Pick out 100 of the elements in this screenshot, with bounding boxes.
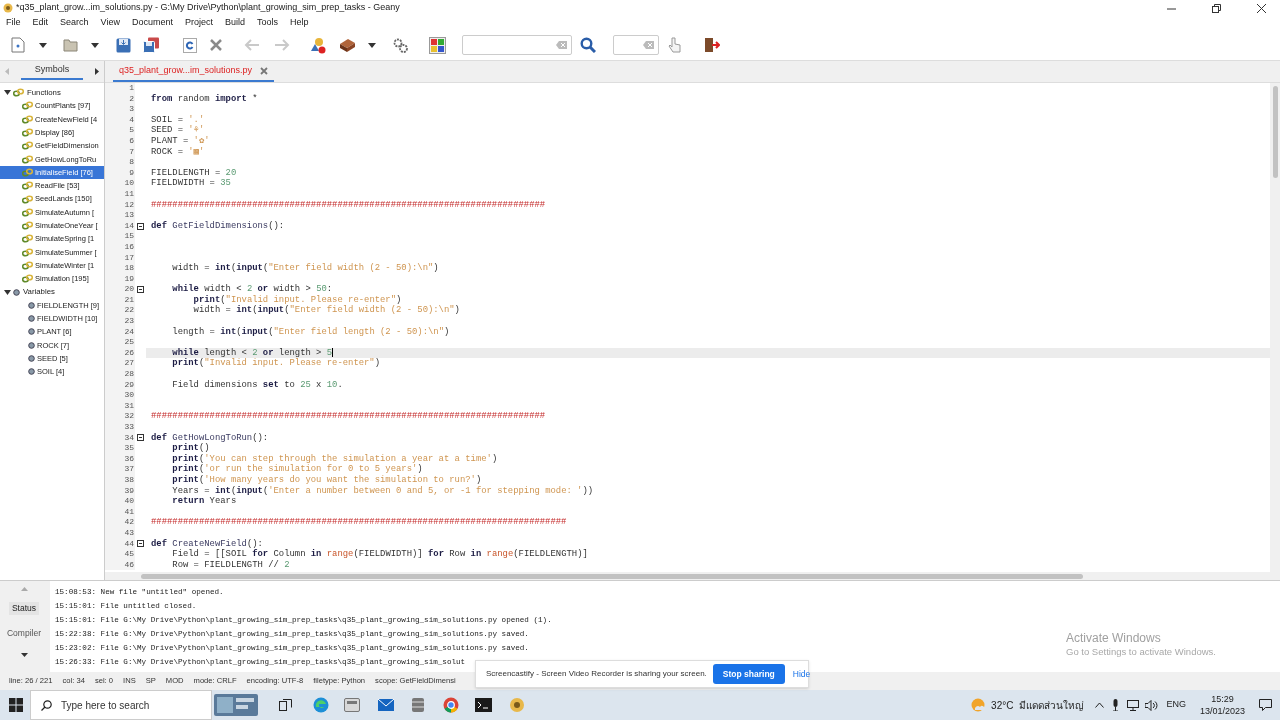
line-number: 46	[105, 559, 135, 571]
down-arrow-icon[interactable]	[20, 652, 28, 657]
clock[interactable]: 15:29 13/01/2023	[1199, 693, 1245, 717]
line-number: 8	[105, 157, 135, 168]
chain-link-icon	[22, 141, 33, 151]
code-line: print('or run the simulation for 0 to 5 years')	[171, 464, 423, 475]
chevron-up-icon[interactable]	[1095, 702, 1105, 708]
browser-icon[interactable]	[313, 697, 329, 713]
taskbar-search-field[interactable]: Type here to search	[30, 690, 212, 720]
code-line: FIELDLENGTH = 20	[151, 167, 237, 178]
dot-icon	[28, 368, 35, 376]
windows-logo-icon[interactable]	[9, 698, 23, 712]
chain-link-icon	[22, 154, 33, 164]
line-number-field[interactable]	[613, 35, 659, 55]
stop-sharing-button[interactable]: Stop sharing	[712, 664, 785, 684]
chain-link-icon	[13, 88, 24, 98]
menu-item[interactable]: Help	[290, 16, 309, 30]
code-line: print("Invalid input. Please re-enter")	[171, 358, 381, 369]
maximize-icon[interactable]	[1212, 3, 1221, 13]
code-line: from random import *	[151, 93, 258, 104]
dot-icon	[28, 328, 35, 336]
caret-icon[interactable]	[368, 42, 376, 48]
scrollbar-thumb[interactable]	[1272, 86, 1278, 178]
search-icon	[41, 699, 52, 711]
dot-icon	[28, 341, 35, 349]
chrome-icon[interactable]	[443, 697, 459, 713]
caret-icon[interactable]	[39, 42, 47, 48]
chain-link-icon	[22, 114, 33, 124]
mail-icon[interactable]	[378, 699, 394, 711]
code-line: Field = [[SOIL for Column in range(FIELDWIDTH)] for Row in range(FIELDLENGTH)]	[171, 549, 588, 560]
notification-icon[interactable]	[1259, 699, 1272, 711]
menu-item[interactable]: Project	[184, 16, 213, 30]
save-all-icon[interactable]	[143, 37, 160, 53]
code-line: print('How many years do you want the simulation to run?')	[171, 474, 482, 485]
fold-icon[interactable]	[137, 286, 144, 294]
fold-icon[interactable]	[137, 434, 144, 442]
line-number: 21	[105, 294, 135, 306]
app-icon[interactable]	[509, 697, 525, 713]
menu-item[interactable]: View	[100, 16, 120, 30]
code-line: PLANT = '✿'	[151, 135, 210, 146]
new-file-icon[interactable]	[11, 37, 25, 53]
close-icon[interactable]	[1257, 3, 1266, 13]
window-title: *q35_plant_grow...im_solutions.py - G:\My Drive\Python\plant_growing_sim_prep_tasks - Geany	[16, 1, 400, 15]
menu-item[interactable]: File	[6, 16, 21, 30]
news-widget-icon[interactable]	[214, 694, 258, 716]
line-number: 19	[105, 273, 135, 285]
shapes-icon[interactable]	[310, 36, 327, 54]
task-view-icon[interactable]	[279, 699, 292, 711]
scrollbar-thumb[interactable]	[141, 573, 1083, 579]
card-icon[interactable]	[344, 698, 360, 712]
network-icon[interactable]	[1127, 699, 1140, 711]
line-number: 2	[105, 93, 135, 105]
menu-item[interactable]: Build	[224, 16, 245, 30]
temperature[interactable]: 32°C	[991, 697, 1014, 713]
line-number: 14	[105, 220, 135, 232]
message-tab[interactable]: Status	[8, 602, 40, 615]
menu-item[interactable]: Search	[60, 16, 89, 30]
weather-text[interactable]: มีแดดส่วนใหญ่	[1019, 697, 1085, 713]
language-indicator[interactable]: ENG	[1166, 698, 1186, 712]
exit-icon[interactable]	[704, 37, 720, 53]
code-line: def CreateNewField():	[151, 538, 263, 549]
code-line: SOIL = '.'	[151, 114, 205, 125]
expander-icon[interactable]	[4, 90, 11, 96]
code-line: print()	[171, 443, 210, 454]
chain-link-icon	[22, 207, 33, 217]
reload-icon[interactable]	[183, 37, 197, 53]
code-line: while width < 2 or width > 50:	[171, 284, 333, 295]
code-line: ##############################################################################	[151, 517, 567, 528]
brick-icon[interactable]	[339, 37, 356, 53]
volume-icon[interactable]	[1145, 699, 1159, 711]
search-icon[interactable]	[580, 37, 596, 53]
menu-item[interactable]: Document	[131, 16, 173, 30]
line-number: 37	[105, 464, 135, 475]
text-cursor	[332, 348, 334, 357]
hide-link[interactable]: Hide	[792, 667, 811, 681]
close-tab-icon[interactable]	[260, 66, 269, 75]
save-icon[interactable]	[116, 37, 131, 53]
color-palette-icon[interactable]	[429, 36, 446, 54]
search-field[interactable]	[462, 35, 572, 55]
database-icon[interactable]	[411, 697, 425, 713]
chain-link-icon	[22, 234, 33, 244]
line-number: 23	[105, 316, 135, 327]
line-number: 16	[105, 241, 135, 253]
microphone-icon[interactable]	[1112, 699, 1120, 711]
expander-icon[interactable]	[4, 289, 11, 295]
folder-icon[interactable]	[63, 38, 78, 52]
right-arrow-icon[interactable]	[95, 68, 99, 75]
menu-item[interactable]: Tools	[257, 16, 278, 30]
code-line: FIELDWIDTH = 35	[151, 178, 231, 189]
message-tab[interactable]: Compiler	[4, 626, 44, 640]
chain-link-icon	[22, 274, 33, 284]
fold-icon[interactable]	[137, 540, 144, 548]
terminal-icon[interactable]	[475, 698, 492, 712]
fold-icon[interactable]	[137, 222, 144, 230]
chain-link-icon	[22, 167, 33, 177]
code-line: SEED = '⚘'	[151, 125, 205, 136]
caret-icon[interactable]	[91, 42, 99, 48]
line-number: 18	[105, 263, 135, 274]
menu-item[interactable]: Edit	[32, 16, 49, 30]
vertical-scrollbar[interactable]	[1270, 83, 1280, 572]
